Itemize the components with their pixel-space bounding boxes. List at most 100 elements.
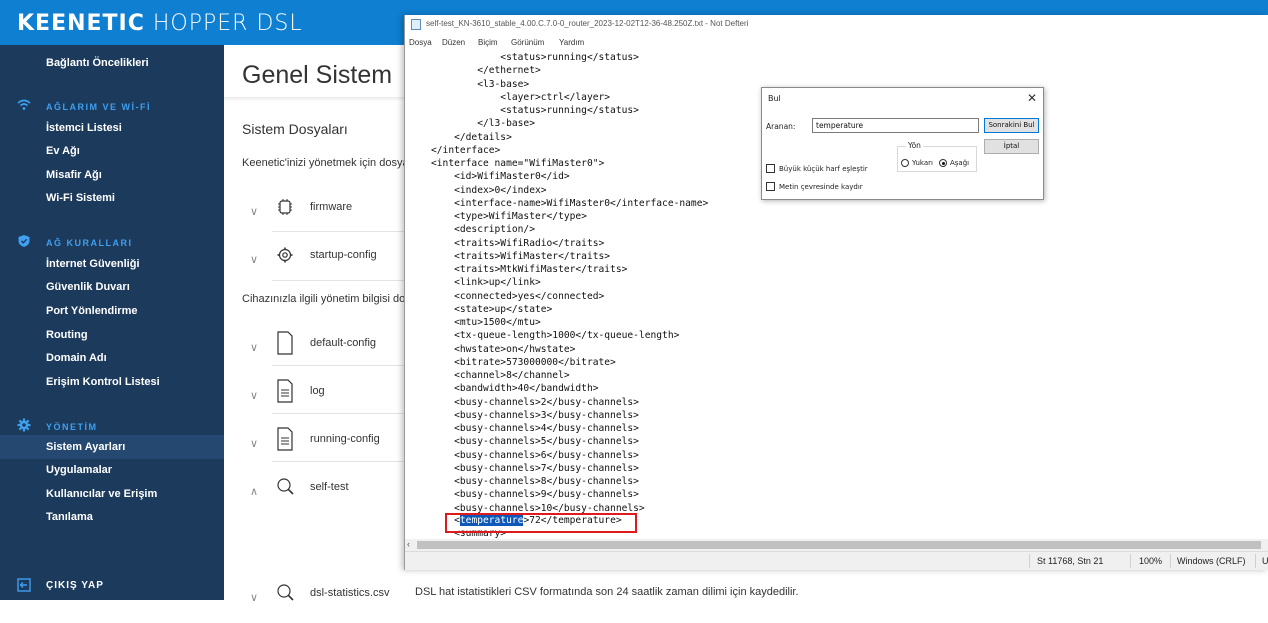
scroll-left-icon[interactable]: ‹ [407, 539, 410, 549]
file-name: startup-config [310, 249, 377, 261]
cancel-button[interactable]: İptal [984, 139, 1039, 154]
encoding: U [1262, 556, 1268, 566]
zoom-level: 100% [1139, 556, 1163, 566]
code-line: <tx-queue-length>1000</tx-queue-length> [431, 330, 680, 342]
brand-logo[interactable]: KEENETIC HOPPER DSL [17, 11, 303, 36]
title-divider [224, 97, 404, 101]
code-line: <description/> [431, 224, 535, 236]
direction-up-label: Yukarı [912, 159, 933, 167]
file-name: default-config [310, 337, 377, 349]
menu-view[interactable]: Görünüm [511, 38, 544, 47]
code-line: <link>up</link> [431, 277, 541, 289]
file-row-self-test[interactable]: ∧ self-test [250, 469, 410, 517]
status-separator [1170, 554, 1171, 568]
code-line: </l3-base> [431, 118, 535, 130]
code-line: <index>0</index> [431, 184, 547, 196]
sidebar-item-access-control-list[interactable]: Erişim Kontrol Listesi [46, 376, 160, 388]
chevron-down-icon[interactable]: ∨ [250, 389, 258, 402]
magnifier-icon [277, 584, 294, 601]
menu-file[interactable]: Dosya [409, 38, 432, 47]
chevron-down-icon[interactable]: ∨ [250, 437, 258, 450]
page-title: Genel Sistem [242, 61, 393, 89]
wrap-around-checkbox[interactable] [766, 182, 775, 191]
file-row-dsl-statistics[interactable]: ∨ dsl-statistics.csv [250, 575, 410, 623]
menu-format[interactable]: Biçim [478, 38, 498, 47]
sidebar-item-home-network[interactable]: Ev Ağı [46, 145, 80, 157]
code-line: </interface> [431, 144, 501, 156]
file-name: dsl-statistics.csv [310, 587, 390, 599]
sidebar-item-guest-network[interactable]: Misafir Ağı [46, 169, 102, 181]
chevron-down-icon[interactable]: ∨ [250, 341, 258, 354]
code-line: <busy-channels>5</busy-channels> [431, 436, 639, 448]
file-row-startup-config[interactable]: ∨ startup-config [250, 237, 410, 285]
sidebar-item-connection-priorities[interactable]: Bağlantı Öncelikleri [46, 57, 149, 69]
file-row-firmware[interactable]: ∨ firmware [250, 189, 410, 237]
code-line: <busy-channels>8</busy-channels> [431, 476, 639, 487]
section-description: Keenetic'inizi yönetmek için dosyala [242, 157, 418, 169]
sidebar-item-applications[interactable]: Uygulamalar [46, 464, 112, 476]
menu-help[interactable]: Yardım [559, 38, 584, 47]
find-dialog-title: Bul [768, 94, 781, 103]
section-networks: AĞLARIM VE Wİ-Fİ [46, 102, 151, 112]
horizontal-scrollbar[interactable]: ‹ [405, 539, 1268, 551]
direction-down-radio[interactable] [939, 159, 947, 167]
code-line: <traits>WifiMaster</traits> [431, 250, 611, 262]
chevron-down-icon[interactable]: ∨ [250, 205, 258, 218]
sidebar-item-users-access[interactable]: Kullanıcılar ve Erişim [46, 488, 157, 500]
chevron-down-icon[interactable]: ∨ [250, 253, 258, 266]
notepad-title: self-test_KN-3610_stable_4.00.C.7.0-0_ro… [426, 19, 749, 28]
code-line: <busy-channels>2</busy-channels> [431, 396, 639, 408]
scrollbar-thumb[interactable] [417, 541, 1261, 549]
find-next-button[interactable]: Sonrakini Bul [984, 118, 1039, 133]
device-info-description: Cihazınızla ilgili yönetim bilgisi dosy [242, 293, 417, 305]
direction-up-radio[interactable] [901, 159, 909, 167]
notepad-titlebar[interactable]: self-test_KN-3610_stable_4.00.C.7.0-0_ro… [405, 15, 1268, 35]
sidebar-item-routing[interactable]: Routing [46, 329, 88, 341]
divider [272, 365, 412, 366]
direction-down-label: Aşağı [950, 159, 970, 167]
section-network-rules: AĞ KURALLARI [46, 238, 133, 248]
notepad-app-icon [411, 19, 421, 30]
code-line: <interface name="WifiMaster0"> [431, 158, 605, 169]
wifi-icon [17, 99, 31, 110]
sidebar-item-domain-name[interactable]: Domain Adı [46, 352, 107, 364]
logout-icon[interactable] [17, 578, 31, 592]
menu-edit[interactable]: Düzen [442, 38, 465, 47]
sidebar-item-system-settings[interactable]: Sistem Ayarları [0, 435, 224, 459]
code-line: </ethernet> [431, 65, 541, 77]
find-dialog[interactable]: Bul ✕ Aranan: temperature Sonrakini Bul … [761, 87, 1044, 200]
code-line: <traits>MtkWifiMaster</traits> [431, 264, 628, 275]
code-line: <busy-channels>9</busy-channels> [431, 489, 639, 501]
logout-button[interactable]: ÇIKIŞ YAP [46, 580, 104, 591]
code-line: <busy-channels>4</busy-channels> [431, 423, 639, 434]
code-line: <bandwidth>40</bandwidth> [431, 383, 599, 395]
sidebar-item-client-list[interactable]: İstemci Listesi [46, 122, 122, 134]
search-input[interactable]: temperature [812, 118, 979, 133]
sidebar-item-internet-security[interactable]: İnternet Güvenliği [46, 258, 140, 270]
match-case-checkbox[interactable] [766, 164, 775, 173]
close-icon[interactable]: ✕ [1027, 91, 1037, 105]
dsl-statistics-description: DSL hat istatistikleri CSV formatında so… [415, 586, 799, 598]
direction-group: Yön Yukarı Aşağı [897, 141, 977, 172]
file-name: self-test [310, 481, 349, 493]
status-separator [1029, 554, 1030, 568]
gear-icon [17, 418, 31, 432]
sidebar-item-port-forwarding[interactable]: Port Yönlendirme [46, 305, 137, 317]
notepad-menubar: Dosya Düzen Biçim Görünüm Yardım [405, 37, 1268, 51]
code-line: <mtu>1500</mtu> [431, 317, 541, 328]
code-line: <id>WifiMaster0</id> [431, 171, 570, 183]
chevron-down-icon[interactable]: ∨ [250, 591, 258, 604]
sidebar-item-firewall[interactable]: Güvenlik Duvarı [46, 281, 130, 293]
sidebar: Bağlantı Öncelikleri AĞLARIM VE Wİ-Fİ İs… [0, 45, 224, 600]
code-line: <busy-channels>10</busy-channels> [431, 502, 645, 514]
sidebar-item-wifi-system[interactable]: Wi-Fi Sistemi [46, 192, 115, 204]
search-label: Aranan: [766, 122, 796, 131]
code-line: <interface-name>WifiMaster0</interface-n… [431, 197, 709, 209]
sidebar-item-diagnostics[interactable]: Tanılama [46, 511, 93, 523]
cursor-position: St 11768, Stn 21 [1037, 556, 1104, 566]
wrap-around-label: Metin çevresinde kaydır [779, 183, 863, 191]
match-case-label: Büyük küçük harf eşleştir [779, 165, 868, 173]
code-line: <busy-channels>6</busy-channels> [431, 449, 639, 461]
settings-gear-icon [277, 247, 293, 263]
chevron-up-icon[interactable]: ∧ [250, 485, 258, 498]
